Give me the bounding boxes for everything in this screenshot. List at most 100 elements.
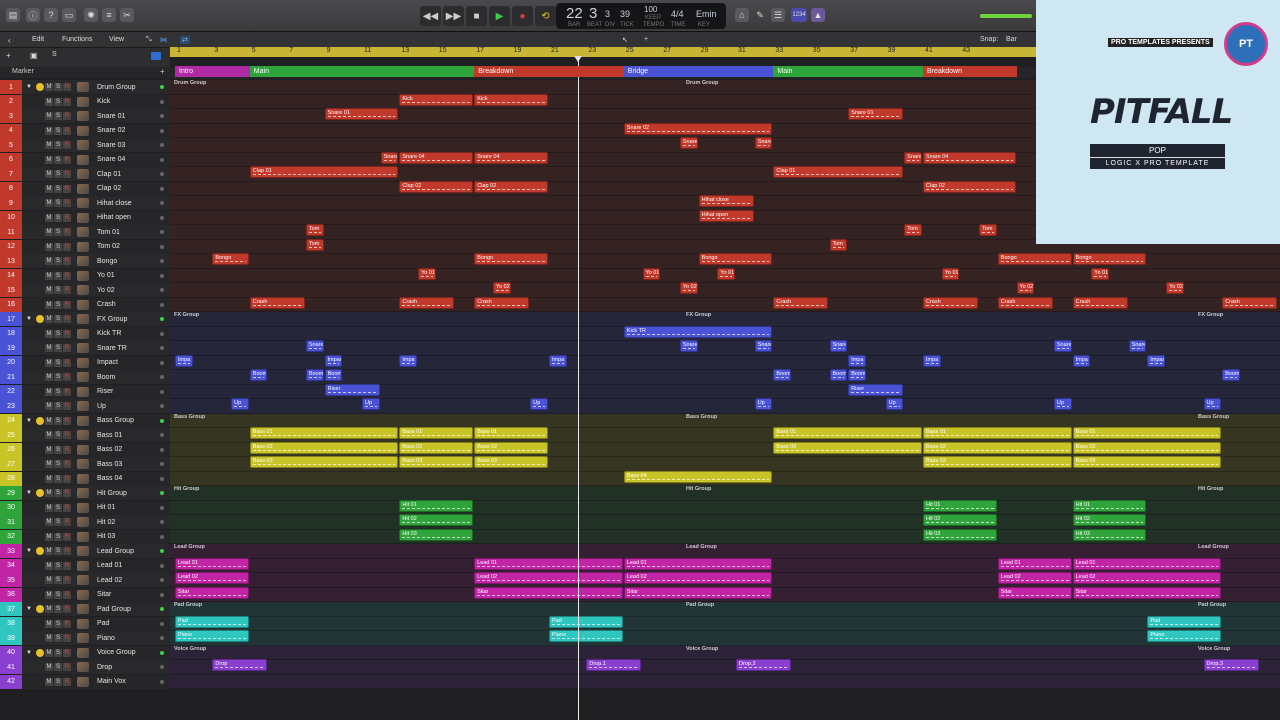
solo-button[interactable]: S <box>54 242 62 251</box>
region[interactable]: Crash <box>1072 296 1128 309</box>
power-icon[interactable] <box>36 228 44 236</box>
playhead[interactable] <box>578 56 579 720</box>
solo-all-button[interactable]: S <box>52 51 57 58</box>
record-enable-button[interactable]: R <box>63 344 71 352</box>
record-enable-button[interactable]: R <box>63 619 71 628</box>
mute-button[interactable]: M <box>45 286 53 294</box>
solo-button[interactable]: S <box>54 431 62 439</box>
region[interactable]: Boom <box>324 369 343 381</box>
record-enable-button[interactable]: R <box>63 576 71 584</box>
mute-button[interactable]: M <box>45 170 53 178</box>
record-enable-button[interactable]: R <box>63 184 71 193</box>
region[interactable]: Snare <box>754 137 773 149</box>
forward-icon[interactable]: ▶▶ <box>443 6 464 26</box>
region[interactable]: Yo 01 <box>418 267 436 280</box>
region[interactable]: Kick <box>399 93 474 106</box>
folder-disclosure-icon[interactable]: ▼ <box>26 316 36 322</box>
region[interactable]: Impa <box>175 354 193 367</box>
track-lane[interactable] <box>170 674 1280 689</box>
solo-button[interactable]: S <box>54 344 62 352</box>
track-header-kick-tr[interactable]: 18 M S R Kick TR <box>0 326 170 341</box>
solo-button[interactable]: S <box>54 387 62 396</box>
track-header-impact[interactable]: 20 M S R Impact <box>0 355 170 370</box>
global-tracks-icon[interactable]: ▣ <box>30 51 38 60</box>
region[interactable]: Sitar <box>1072 586 1222 599</box>
track-header-sitar[interactable]: 36 M S R Sitar <box>0 587 170 602</box>
region[interactable]: Bass 02 <box>474 441 548 454</box>
track-header-hit-03[interactable]: 32 M S R Hit 03 <box>0 529 170 544</box>
record-enable-button[interactable]: R <box>63 518 71 526</box>
region[interactable]: Crash <box>997 296 1053 309</box>
track-lane[interactable] <box>170 283 1280 298</box>
automation-icon[interactable]: ⇄ <box>180 36 190 44</box>
region[interactable]: Hit 03 <box>399 528 474 541</box>
region[interactable]: Yo 02 <box>1166 282 1184 294</box>
record-enable-button[interactable]: R <box>63 97 71 106</box>
record-enable-button[interactable]: R <box>63 460 71 468</box>
solo-button[interactable]: S <box>54 663 62 671</box>
region[interactable]: Snare <box>679 137 698 149</box>
region[interactable]: Snare <box>1053 340 1072 352</box>
solo-button[interactable]: S <box>54 199 62 207</box>
region[interactable]: Bass 01 <box>474 427 548 439</box>
region[interactable]: Boom <box>1222 369 1240 381</box>
mute-button[interactable]: M <box>45 199 53 207</box>
region[interactable]: Snare 04 <box>399 151 474 164</box>
region[interactable]: Snare <box>305 340 324 352</box>
record-enable-button[interactable]: R <box>63 416 71 425</box>
functions-menu[interactable]: Functions <box>62 36 92 43</box>
region[interactable]: Drop.2 <box>736 659 792 671</box>
power-icon[interactable] <box>36 330 44 338</box>
rewind-icon[interactable]: ◀◀ <box>420 6 441 26</box>
region[interactable]: Crash <box>773 296 829 309</box>
region[interactable]: Lead 02 <box>175 572 249 584</box>
record-enable-button[interactable]: R <box>63 503 71 512</box>
region[interactable]: Lead 01 <box>1072 557 1222 570</box>
region[interactable]: Hit 03 <box>1072 528 1147 541</box>
power-icon[interactable] <box>36 533 44 541</box>
region[interactable]: Sitar <box>474 586 623 599</box>
mute-button[interactable]: M <box>45 474 53 483</box>
power-icon[interactable] <box>36 663 44 671</box>
region[interactable]: Riser <box>848 383 904 396</box>
record-enable-button[interactable]: R <box>63 141 71 149</box>
mute-button[interactable]: M <box>45 648 53 657</box>
power-icon[interactable] <box>36 591 44 599</box>
power-icon[interactable] <box>36 315 44 323</box>
region[interactable]: Yo 01 <box>1091 267 1109 280</box>
region[interactable]: Tom <box>305 238 324 251</box>
track-lane[interactable] <box>170 631 1280 646</box>
region[interactable]: Bass 03 <box>249 456 399 468</box>
power-icon[interactable] <box>36 518 44 526</box>
count-in-button[interactable]: 1234 <box>791 8 807 22</box>
power-icon[interactable] <box>36 257 44 265</box>
solo-button[interactable]: S <box>54 474 62 483</box>
mute-button[interactable]: M <box>45 242 53 251</box>
power-icon[interactable] <box>36 431 44 439</box>
record-enable-button[interactable]: R <box>63 402 71 410</box>
record-enable-button[interactable]: R <box>63 286 71 294</box>
region[interactable]: Impac <box>324 354 343 367</box>
region[interactable]: Pad <box>1147 615 1222 628</box>
marker-toggle-icon[interactable] <box>151 52 161 60</box>
region[interactable]: Yo 02 <box>1016 282 1035 294</box>
track-header-voice-group[interactable]: 40 ▼ M S R Voice Group <box>0 645 170 660</box>
marker-bridge[interactable]: Bridge <box>623 66 774 77</box>
track-header-hihat-open[interactable]: 10 M S R Hihat open <box>0 210 170 225</box>
region[interactable]: Clap 02 <box>399 180 474 193</box>
power-icon[interactable] <box>36 243 44 251</box>
pencil-tool-icon[interactable]: + <box>644 36 648 43</box>
track-header-tom-01[interactable]: 11 M S R Tom 01 <box>0 225 170 239</box>
region[interactable]: Hit 01 <box>923 499 997 512</box>
track-header-snare-01[interactable]: 3 M S R Snare 01 <box>0 109 170 123</box>
help-icon[interactable]: ? <box>44 8 58 22</box>
track-header-bass-01[interactable]: 25 M S R Bass 01 <box>0 428 170 442</box>
power-icon[interactable] <box>36 83 44 91</box>
record-enable-button[interactable]: R <box>63 663 71 671</box>
record-enable-button[interactable]: R <box>63 561 71 570</box>
region[interactable]: Hit 01 <box>399 499 474 512</box>
track-lane[interactable] <box>170 312 1280 327</box>
solo-button[interactable]: S <box>54 648 62 657</box>
record-enable-button[interactable]: R <box>63 474 71 483</box>
track-header-lead-group[interactable]: 33 ▼ M S R Lead Group <box>0 544 170 558</box>
